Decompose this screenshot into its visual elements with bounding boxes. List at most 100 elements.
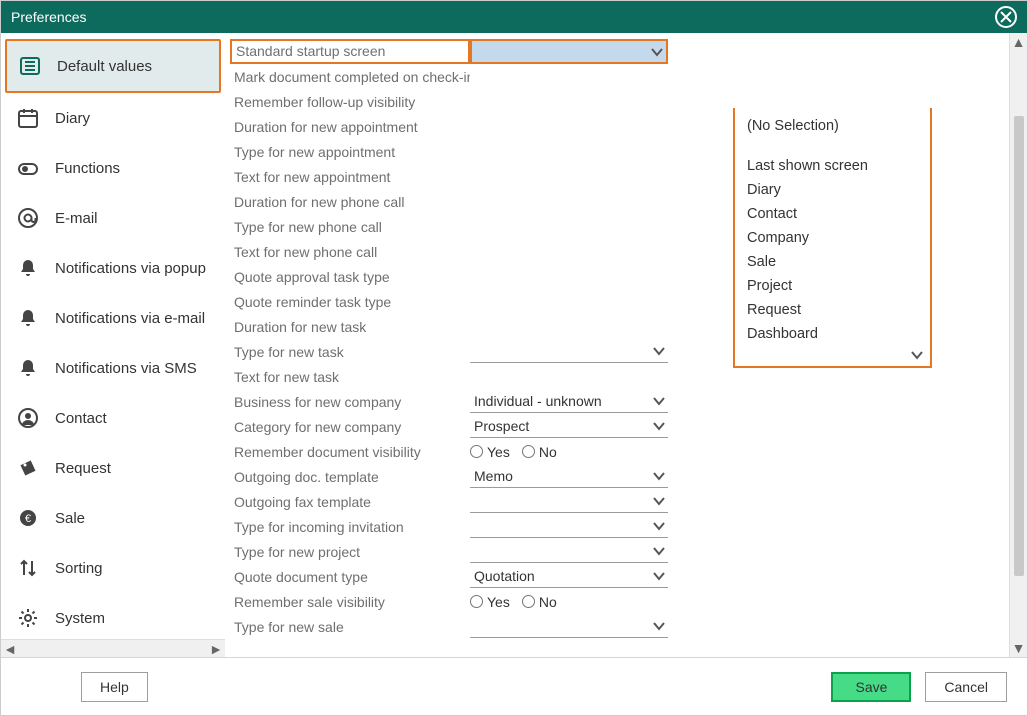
pref-dropdown[interactable]: Memo <box>470 466 668 488</box>
user-icon <box>17 407 39 429</box>
pref-label: Category for new company <box>230 419 470 435</box>
scroll-up-icon: ▲ <box>1012 35 1026 49</box>
sidebar-item-default-values[interactable]: Default values <box>5 39 221 93</box>
pref-row-standard-startup-screen: Standard startup screen <box>230 39 1005 64</box>
pref-row-type-for-new-sale: Type for new sale <box>230 614 1005 639</box>
radio-input[interactable] <box>470 445 483 458</box>
pref-row-mark-document-completed-on-check-in: Mark document completed on check-in <box>230 64 1005 89</box>
sidebar-item-sorting[interactable]: Sorting <box>5 543 221 593</box>
scrollbar-thumb[interactable] <box>1014 116 1024 576</box>
chevron-down-icon <box>652 344 666 358</box>
radio-input[interactable] <box>522 445 535 458</box>
sort-icon <box>17 557 39 579</box>
sidebar-item-notifications-via-popup[interactable]: Notifications via popup <box>5 243 221 293</box>
pref-row-type-for-incoming-invitation: Type for incoming invitation <box>230 514 1005 539</box>
help-button[interactable]: Help <box>81 672 148 702</box>
sidebar-item-e-mail[interactable]: E-mail <box>5 193 221 243</box>
pref-dropdown[interactable]: Quotation <box>470 566 668 588</box>
dropdown-option[interactable]: Project <box>747 274 926 298</box>
pref-dropdown-value: Individual - unknown <box>474 393 602 409</box>
at-icon <box>17 207 39 229</box>
sidebar-item-notifications-via-e-mail[interactable]: Notifications via e-mail <box>5 293 221 343</box>
pref-dropdown-value: Memo <box>474 468 513 484</box>
sidebar-item-label: Sorting <box>55 560 103 577</box>
sidebar-item-request[interactable]: Request <box>5 443 221 493</box>
cancel-button[interactable]: Cancel <box>925 672 1007 702</box>
close-button[interactable] <box>995 6 1017 28</box>
pref-label: Type for new phone call <box>230 219 470 235</box>
pref-label: Duration for new appointment <box>230 119 470 135</box>
sidebar: Default valuesDiaryFunctionsE-mailNotifi… <box>1 33 226 657</box>
dropdown-option[interactable]: Diary <box>747 178 926 202</box>
gear-icon <box>17 607 39 629</box>
dropdown-option[interactable]: Request <box>747 298 926 322</box>
pref-dropdown[interactable] <box>470 541 668 563</box>
pref-label: Type for incoming invitation <box>230 519 470 535</box>
sidebar-item-label: Contact <box>55 410 107 427</box>
sidebar-horizontal-scrollbar[interactable]: ◄ ► <box>1 639 225 657</box>
dropdown-option[interactable]: Company <box>747 226 926 250</box>
radio-input[interactable] <box>522 595 535 608</box>
dropdown-option[interactable]: Dashboard <box>747 322 926 346</box>
pref-label: Duration for new task <box>230 319 470 335</box>
calendar-icon <box>17 107 39 129</box>
sidebar-item-label: Request <box>55 460 111 477</box>
sidebar-item-sale[interactable]: Sale <box>5 493 221 543</box>
sidebar-item-contact[interactable]: Contact <box>5 393 221 443</box>
toggle-icon <box>17 157 39 179</box>
pref-dropdown[interactable] <box>470 616 668 638</box>
radio-input[interactable] <box>470 595 483 608</box>
chevron-down-icon <box>652 494 666 508</box>
sidebar-item-notifications-via-sms[interactable]: Notifications via SMS <box>5 343 221 393</box>
dropdown-option-no-selection[interactable]: (No Selection) <box>747 114 926 138</box>
pref-row-remember-document-visibility: Remember document visibilityYesNo <box>230 439 1005 464</box>
list-icon <box>19 55 41 77</box>
main-vertical-scrollbar[interactable]: ▲ ▼ <box>1009 33 1027 657</box>
pref-row-outgoing-doc-template: Outgoing doc. templateMemo <box>230 464 1005 489</box>
sidebar-item-label: Sale <box>55 510 85 527</box>
pref-dropdown[interactable] <box>470 341 668 363</box>
radio-option[interactable]: Yes <box>470 444 510 460</box>
pref-dropdown[interactable] <box>470 491 668 513</box>
pref-label: Text for new appointment <box>230 169 470 185</box>
sidebar-item-system[interactable]: System <box>5 593 221 639</box>
sidebar-item-label: Functions <box>55 160 120 177</box>
pref-row-category-for-new-company: Category for new companyProspect <box>230 414 1005 439</box>
bell-icon <box>17 257 39 279</box>
pref-label: Quote approval task type <box>230 269 470 285</box>
dropdown-option[interactable]: Last shown screen <box>747 154 926 178</box>
chevron-down-icon <box>652 619 666 633</box>
pref-label: Text for new task <box>230 369 470 385</box>
pref-dropdown[interactable]: Individual - unknown <box>470 391 668 413</box>
radio-option[interactable]: No <box>522 594 557 610</box>
chevron-down-icon <box>910 348 924 362</box>
chevron-down-icon <box>650 45 664 59</box>
pref-dropdown[interactable] <box>470 39 668 64</box>
pref-label: Type for new project <box>230 544 470 560</box>
pref-label: Text for new phone call <box>230 244 470 260</box>
pref-dropdown-value: Quotation <box>474 568 535 584</box>
sidebar-item-functions[interactable]: Functions <box>5 143 221 193</box>
save-button[interactable]: Save <box>831 672 911 702</box>
pref-label: Business for new company <box>230 394 470 410</box>
titlebar: Preferences <box>1 1 1027 33</box>
pref-label: Quote document type <box>230 569 470 585</box>
radio-option[interactable]: No <box>522 444 557 460</box>
pref-label: Outgoing doc. template <box>230 469 470 485</box>
pref-dropdown[interactable]: Prospect <box>470 416 668 438</box>
pref-radio-group: Yes No <box>470 591 668 613</box>
sidebar-item-diary[interactable]: Diary <box>5 93 221 143</box>
dropdown-option[interactable]: Sale <box>747 250 926 274</box>
chevron-down-icon <box>652 394 666 408</box>
pref-label: Type for new appointment <box>230 144 470 160</box>
radio-option[interactable]: Yes <box>470 594 510 610</box>
scroll-down-icon: ▼ <box>1012 641 1026 655</box>
dropdown-option[interactable]: Contact <box>747 202 926 226</box>
startup-screen-dropdown-list[interactable]: (No Selection) Last shown screenDiaryCon… <box>733 108 932 368</box>
pref-dropdown-value: Prospect <box>474 418 529 434</box>
sidebar-item-label: Notifications via e-mail <box>55 310 205 327</box>
pref-label: Type for new task <box>230 344 470 360</box>
chevron-down-icon <box>652 469 666 483</box>
pref-dropdown[interactable] <box>470 516 668 538</box>
pref-row-remember-sale-visibility: Remember sale visibilityYesNo <box>230 589 1005 614</box>
